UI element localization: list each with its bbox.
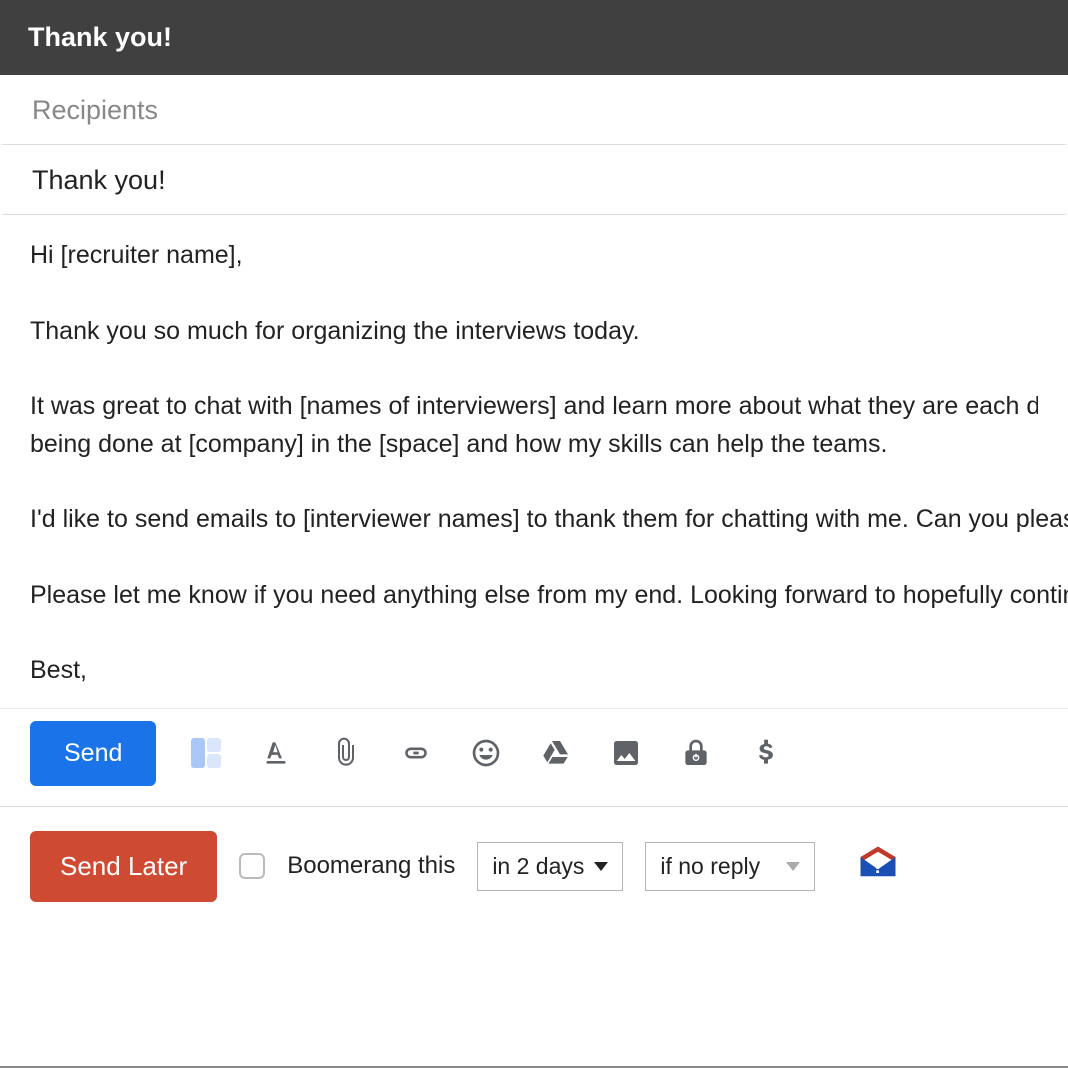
body-line: It was great to chat with [names of inte… [30, 388, 1038, 426]
formatting-icon[interactable] [256, 733, 296, 773]
subject-value: Thank you! [32, 165, 166, 195]
insert-photo-icon[interactable] [606, 733, 646, 773]
boomerang-help-icon[interactable]: ? [857, 843, 899, 890]
money-icon[interactable] [746, 733, 786, 773]
svg-text:?: ? [872, 856, 884, 877]
recipients-field[interactable]: Recipients [2, 75, 1066, 145]
recipients-placeholder: Recipients [32, 95, 158, 125]
message-body[interactable]: Hi [recruiter name], Thank you so much f… [0, 215, 1068, 708]
boomerang-when-select[interactable]: in 2 days [477, 842, 623, 891]
send-later-label: Send Later [60, 851, 187, 881]
boomerang-condition-select[interactable]: if no reply [645, 842, 815, 891]
body-paragraph: Hi [recruiter name], [30, 237, 1038, 275]
chevron-down-icon [786, 862, 800, 871]
boomerang-condition-value: if no reply [660, 853, 760, 880]
confidential-mode-icon[interactable] [676, 733, 716, 773]
compose-content: Recipients Thank you! Hi [recruiter name… [0, 75, 1068, 1068]
boomerang-when-value: in 2 days [492, 853, 584, 880]
emoji-icon[interactable] [466, 733, 506, 773]
drive-icon[interactable] [536, 733, 576, 773]
boomerang-label: Boomerang this [287, 852, 455, 880]
boomerang-row: Send Later Boomerang this in 2 days if n… [0, 806, 1068, 926]
compose-window: Thank you! Recipients Thank you! Hi [rec… [0, 0, 1068, 1068]
chevron-down-icon [594, 862, 608, 871]
body-line: being done at [company] in the [space] a… [30, 426, 1038, 464]
send-button-label: Send [64, 739, 122, 767]
window-titlebar[interactable]: Thank you! [0, 0, 1068, 75]
attach-icon[interactable] [326, 733, 366, 773]
body-paragraph: I'd like to send emails to [interviewer … [30, 501, 1038, 539]
body-paragraph: Thank you so much for organizing the int… [30, 313, 1038, 351]
body-paragraph: Please let me know if you need anything … [30, 577, 1038, 615]
send-button[interactable]: Send [30, 721, 156, 786]
compose-toolbar: Send [0, 708, 1068, 806]
window-title: Thank you! [28, 22, 172, 52]
send-later-button[interactable]: Send Later [30, 831, 217, 902]
boomerang-checkbox[interactable] [239, 853, 265, 879]
subject-field[interactable]: Thank you! [2, 145, 1066, 215]
body-paragraph: Best, [30, 652, 1038, 690]
link-icon[interactable] [396, 733, 436, 773]
app-extension-icon[interactable] [186, 733, 226, 773]
body-paragraph: It was great to chat with [names of inte… [30, 388, 1038, 463]
